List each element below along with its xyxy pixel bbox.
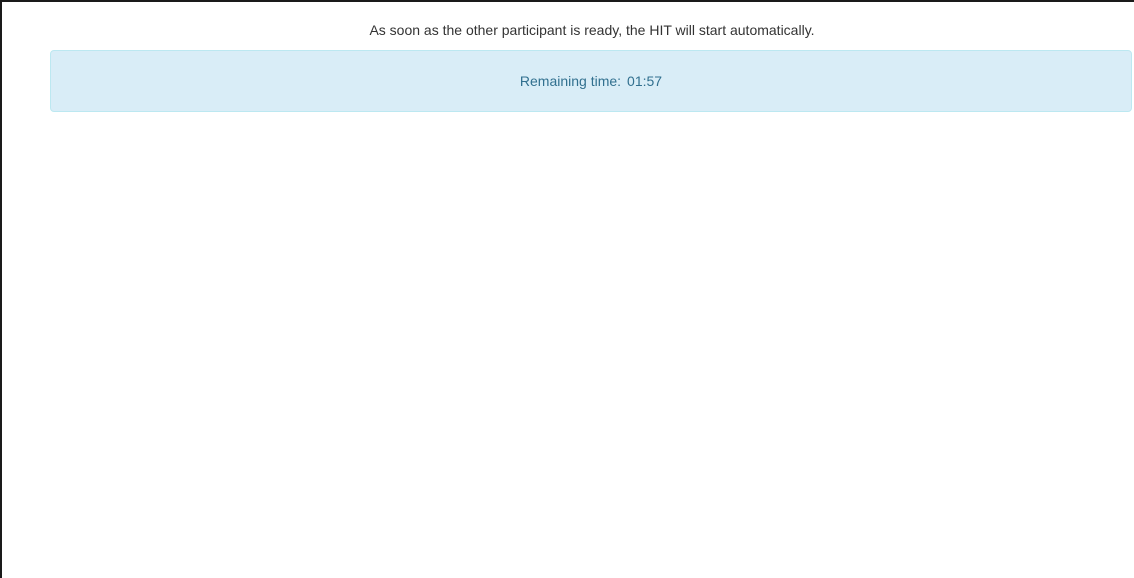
page-frame: As soon as the other participant is read… (0, 0, 1134, 578)
remaining-time-label: Remaining time: (519, 73, 622, 89)
remaining-time-value: 01:57 (627, 73, 663, 89)
waiting-message: As soon as the other participant is read… (369, 22, 815, 38)
remaining-time-alert: Remaining time: 01:57 (50, 50, 1132, 112)
